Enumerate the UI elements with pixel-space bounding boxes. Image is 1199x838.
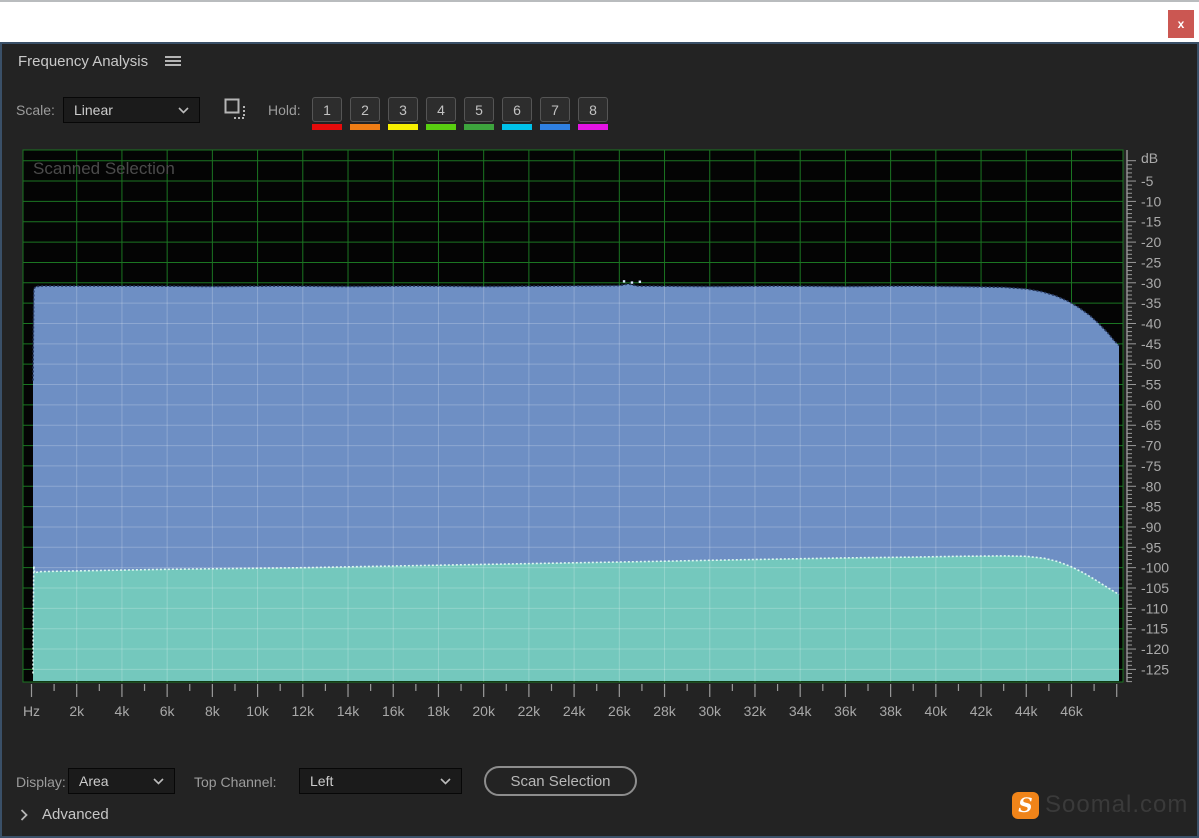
db-tick-label: -5: [1141, 173, 1154, 189]
chevron-down-icon: [153, 777, 164, 785]
db-tick-label: -10: [1141, 193, 1161, 209]
x-tick-label: 40k: [925, 703, 949, 719]
x-tick-label: 16k: [382, 703, 406, 719]
db-tick-label: -95: [1141, 539, 1161, 555]
x-tick-label: 18k: [427, 703, 451, 719]
x-tick-label: 30k: [698, 703, 722, 719]
db-tick-label: -40: [1141, 315, 1161, 331]
chevron-right-icon: [20, 808, 28, 821]
scan-selection-button[interactable]: Scan Selection: [484, 766, 637, 796]
display-value: Area: [79, 773, 109, 789]
x-tick-label: 6k: [160, 703, 176, 719]
frequency-analysis-chart[interactable]: Scanned Selection Hz 2k 4k 6k 8k 10k 12k 14k 16k 1…: [0, 0, 1199, 838]
x-tick-label: 44k: [1015, 703, 1039, 719]
db-tick-label: -70: [1141, 438, 1161, 454]
db-tick-label: -30: [1141, 275, 1161, 291]
x-tick-label: 12k: [292, 703, 316, 719]
db-tick-label: -80: [1141, 478, 1161, 494]
db-tick-label: -60: [1141, 397, 1161, 413]
x-tick-label: 28k: [653, 703, 677, 719]
x-tick-label: 10k: [246, 703, 270, 719]
noise-dot: [622, 280, 626, 283]
x-tick-label: 22k: [518, 703, 542, 719]
noise-dot: [630, 281, 634, 284]
chart-title: Scanned Selection: [33, 159, 175, 178]
advanced-toggle[interactable]: Advanced: [20, 806, 109, 823]
soomal-text: Soomal.com: [1045, 791, 1189, 818]
db-tick-label: -45: [1141, 336, 1161, 352]
db-tick-label: -75: [1141, 458, 1161, 474]
db-tick-label: -20: [1141, 234, 1161, 250]
x-tick-label: 26k: [608, 703, 632, 719]
display-dropdown[interactable]: Area: [68, 768, 175, 794]
x-tick-label: 14k: [337, 703, 361, 719]
display-label: Display:: [16, 774, 66, 790]
x-tick-label: Hz: [23, 703, 40, 719]
db-tick-label: -50: [1141, 356, 1161, 372]
top-channel-dropdown[interactable]: Left: [299, 768, 462, 794]
db-tick-label: -105: [1141, 580, 1169, 596]
db-tick-label: -15: [1141, 214, 1161, 230]
db-tick-label: -65: [1141, 417, 1161, 433]
db-tick-label: -125: [1141, 661, 1169, 677]
x-axis-ticks: [30, 684, 1118, 697]
advanced-label: Advanced: [42, 806, 109, 823]
x-tick-label: 34k: [789, 703, 813, 719]
chevron-down-icon: [440, 777, 451, 785]
db-tick-label: -100: [1141, 560, 1169, 576]
x-tick-label: 24k: [563, 703, 587, 719]
db-tick-label: -110: [1141, 600, 1168, 616]
noise-dot: [638, 280, 642, 283]
soomal-logo-icon: S: [1012, 791, 1039, 819]
x-tick-label: 38k: [879, 703, 903, 719]
x-tick-label: 20k: [472, 703, 496, 719]
top-channel-label: Top Channel:: [194, 774, 277, 790]
db-tick-label: -115: [1141, 621, 1168, 637]
db-tick-label: -25: [1141, 254, 1161, 270]
x-tick-label: 42k: [970, 703, 994, 719]
db-tick-label: -90: [1141, 519, 1161, 535]
x-tick-label: 4k: [115, 703, 131, 719]
db-tick-label: -55: [1141, 377, 1161, 393]
x-tick-label: 8k: [205, 703, 221, 719]
frequency-analysis-window: x Frequency Analysis Scale: Linear Hold:…: [0, 0, 1199, 838]
x-tick-label: 46k: [1060, 703, 1084, 719]
db-tick-label: -120: [1141, 641, 1169, 657]
db-tick-label: -35: [1141, 295, 1161, 311]
top-channel-value: Left: [310, 773, 334, 789]
x-tick-label: 36k: [834, 703, 858, 719]
x-tick-label: 32k: [744, 703, 768, 719]
soomal-watermark: S Soomal.com: [1012, 791, 1188, 819]
db-ruler-ticks: [1127, 160, 1136, 683]
x-tick-label: 2k: [69, 703, 85, 719]
db-axis-unit: dB: [1141, 150, 1158, 166]
db-tick-label: -85: [1141, 499, 1161, 515]
area-bottom-channel-right: [33, 555, 1119, 681]
